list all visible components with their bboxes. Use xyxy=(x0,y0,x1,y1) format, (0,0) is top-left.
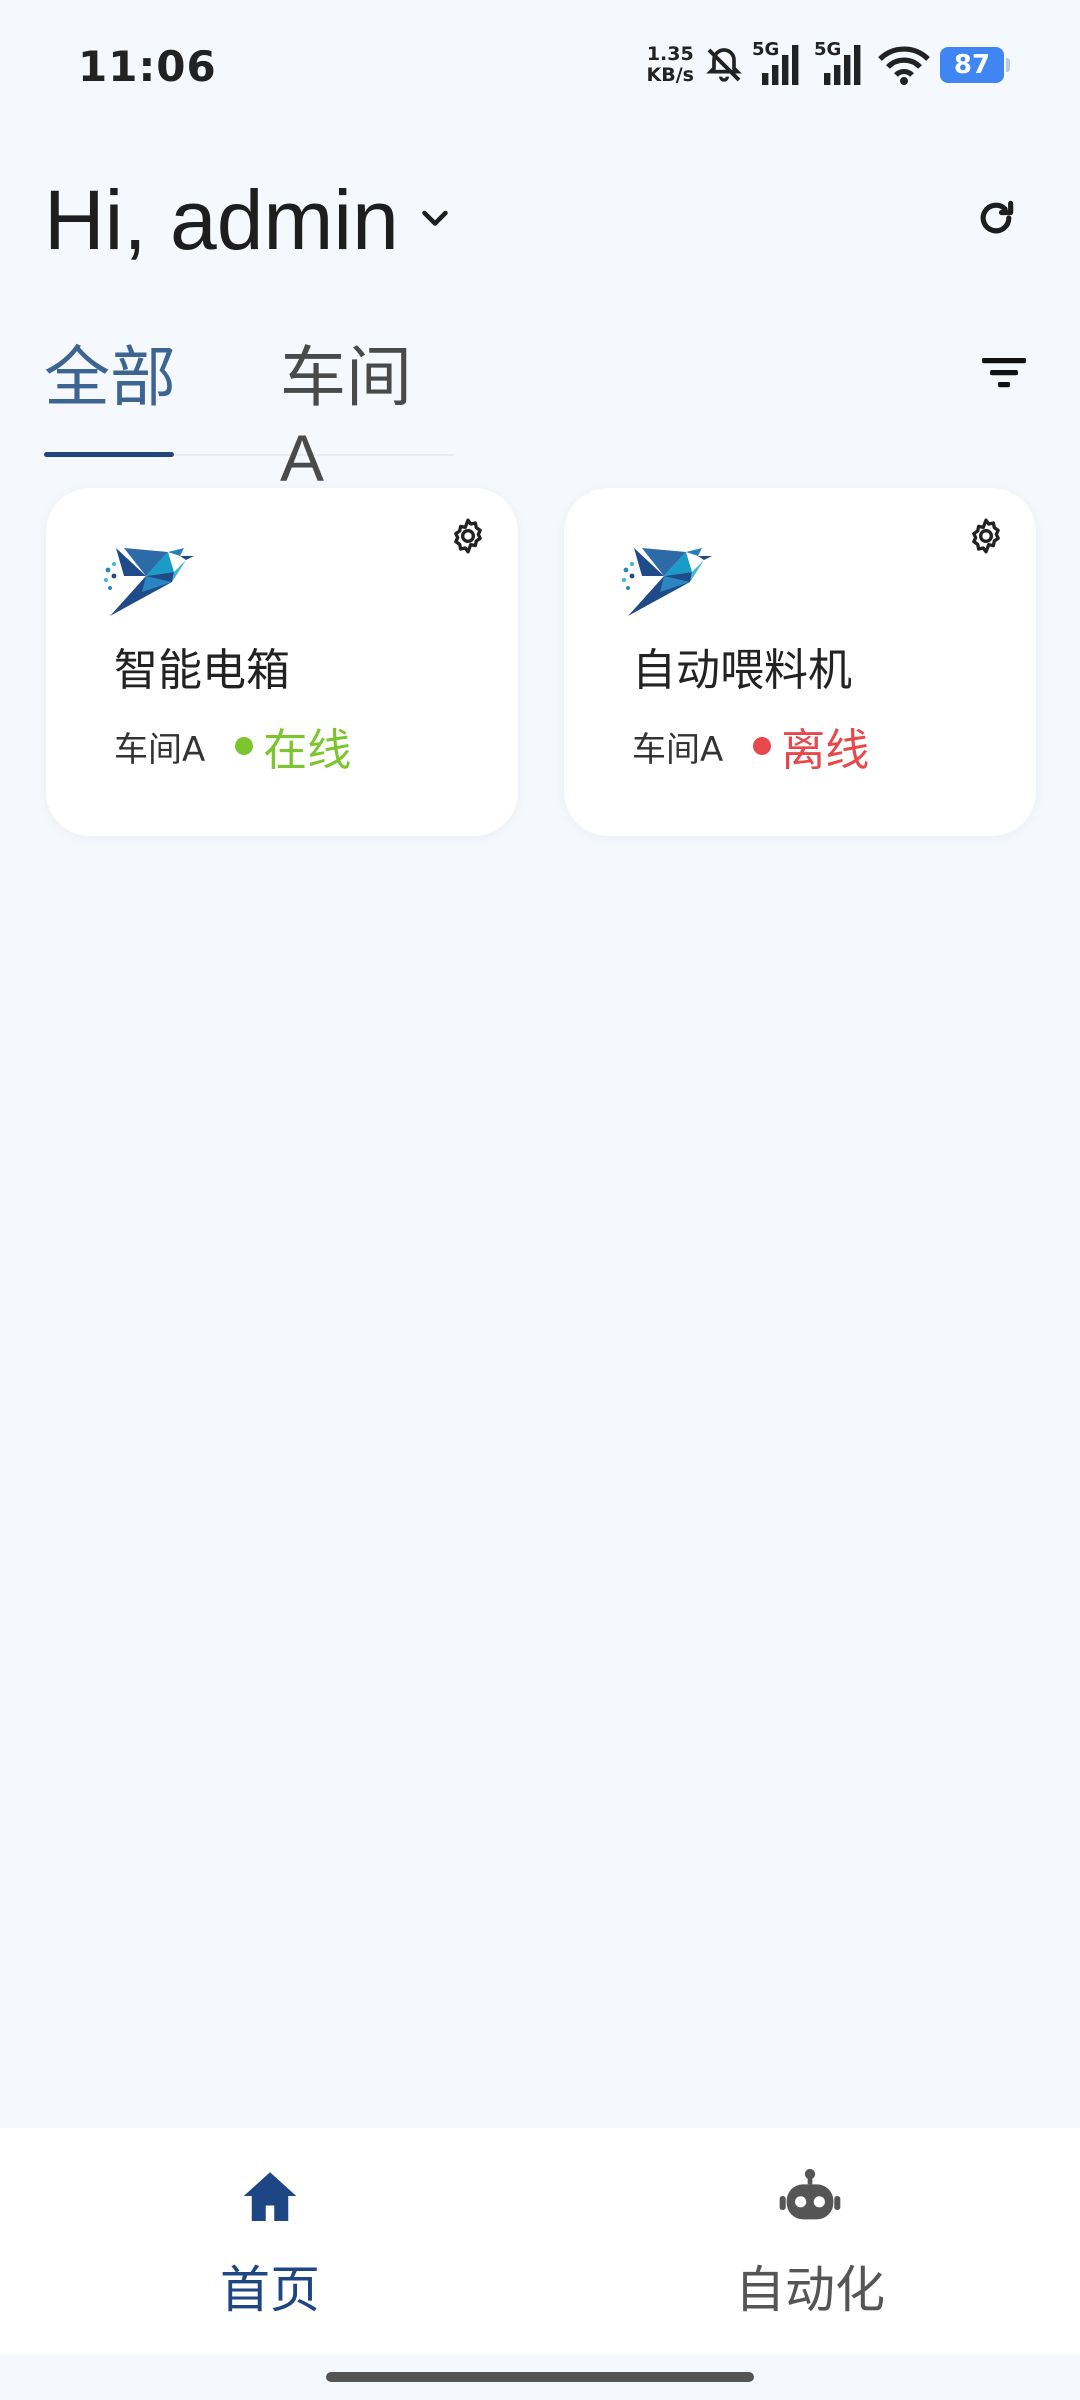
device-card[interactable]: 自动喂料机 车间A 离线 xyxy=(564,488,1036,836)
gear-icon xyxy=(966,516,1006,560)
gesture-home-indicator[interactable] xyxy=(326,2372,754,2382)
device-settings-button[interactable] xyxy=(962,514,1010,562)
status-time: 11:06 xyxy=(78,42,217,91)
device-room: 车间A xyxy=(632,729,724,770)
device-settings-button[interactable] xyxy=(444,514,492,562)
device-status: 离线 xyxy=(781,725,870,776)
offline-status-dot xyxy=(753,737,772,755)
battery-icon: 87 xyxy=(940,47,1010,83)
signal-label: 5G xyxy=(752,39,780,60)
greeting-text: Hi, admin xyxy=(44,173,399,267)
device-room: 车间A xyxy=(114,729,206,770)
device-meta: 车间A 离线 xyxy=(632,714,869,778)
online-status-dot xyxy=(235,737,254,755)
robot-icon xyxy=(779,2168,841,2228)
room-tabs: 全部 车间A xyxy=(44,300,454,495)
device-card[interactable]: 智能电箱 车间A 在线 xyxy=(46,488,518,836)
account-switcher[interactable]: Hi, admin xyxy=(44,172,453,269)
nav-automation[interactable]: 自动化 xyxy=(660,2168,960,2328)
nav-home[interactable]: 首页 xyxy=(120,2168,420,2328)
status-icons: 1.35 KB/s 5G 5G 87 xyxy=(647,39,1010,90)
filter-button[interactable] xyxy=(968,344,1040,404)
mute-icon xyxy=(704,45,744,85)
bottom-nav: 首页 自动化 xyxy=(0,2128,1080,2354)
wifi-icon xyxy=(878,45,930,85)
device-grid: 智能电箱 车间A 在线 自动喂料机 车间A 离线 xyxy=(46,488,1036,836)
chevron-down-icon xyxy=(417,201,453,241)
status-bar: 11:06 1.35 KB/s 5G 5G 87 xyxy=(0,0,1080,130)
filter-icon xyxy=(980,352,1028,396)
device-meta: 车间A 在线 xyxy=(114,714,351,778)
network-speed-value: 1.35 xyxy=(646,43,694,65)
signal-icon: 5G xyxy=(752,39,806,85)
nav-home-label: 首页 xyxy=(220,2261,320,2319)
home-icon xyxy=(240,2168,300,2228)
refresh-button[interactable] xyxy=(964,188,1028,252)
device-name: 自动喂料机 xyxy=(632,645,852,696)
bird-logo xyxy=(620,542,716,618)
device-name: 智能电箱 xyxy=(114,645,290,696)
tab-all[interactable]: 全部 xyxy=(44,324,176,420)
bird-logo xyxy=(102,542,198,618)
signal-icon: 5G xyxy=(814,39,868,85)
nav-automation-label: 自动化 xyxy=(735,2261,885,2319)
network-speed-unit: KB/s xyxy=(646,64,694,86)
battery-level: 87 xyxy=(953,50,991,80)
device-status: 在线 xyxy=(263,725,352,776)
header: Hi, admin xyxy=(44,160,1036,280)
network-speed: 1.35 KB/s xyxy=(647,44,694,86)
signal-label: 5G xyxy=(814,39,842,60)
refresh-icon xyxy=(974,196,1018,244)
tab-workshop-a[interactable]: 车间A xyxy=(280,324,454,496)
tab-indicator xyxy=(44,452,174,457)
gear-icon xyxy=(448,516,488,560)
